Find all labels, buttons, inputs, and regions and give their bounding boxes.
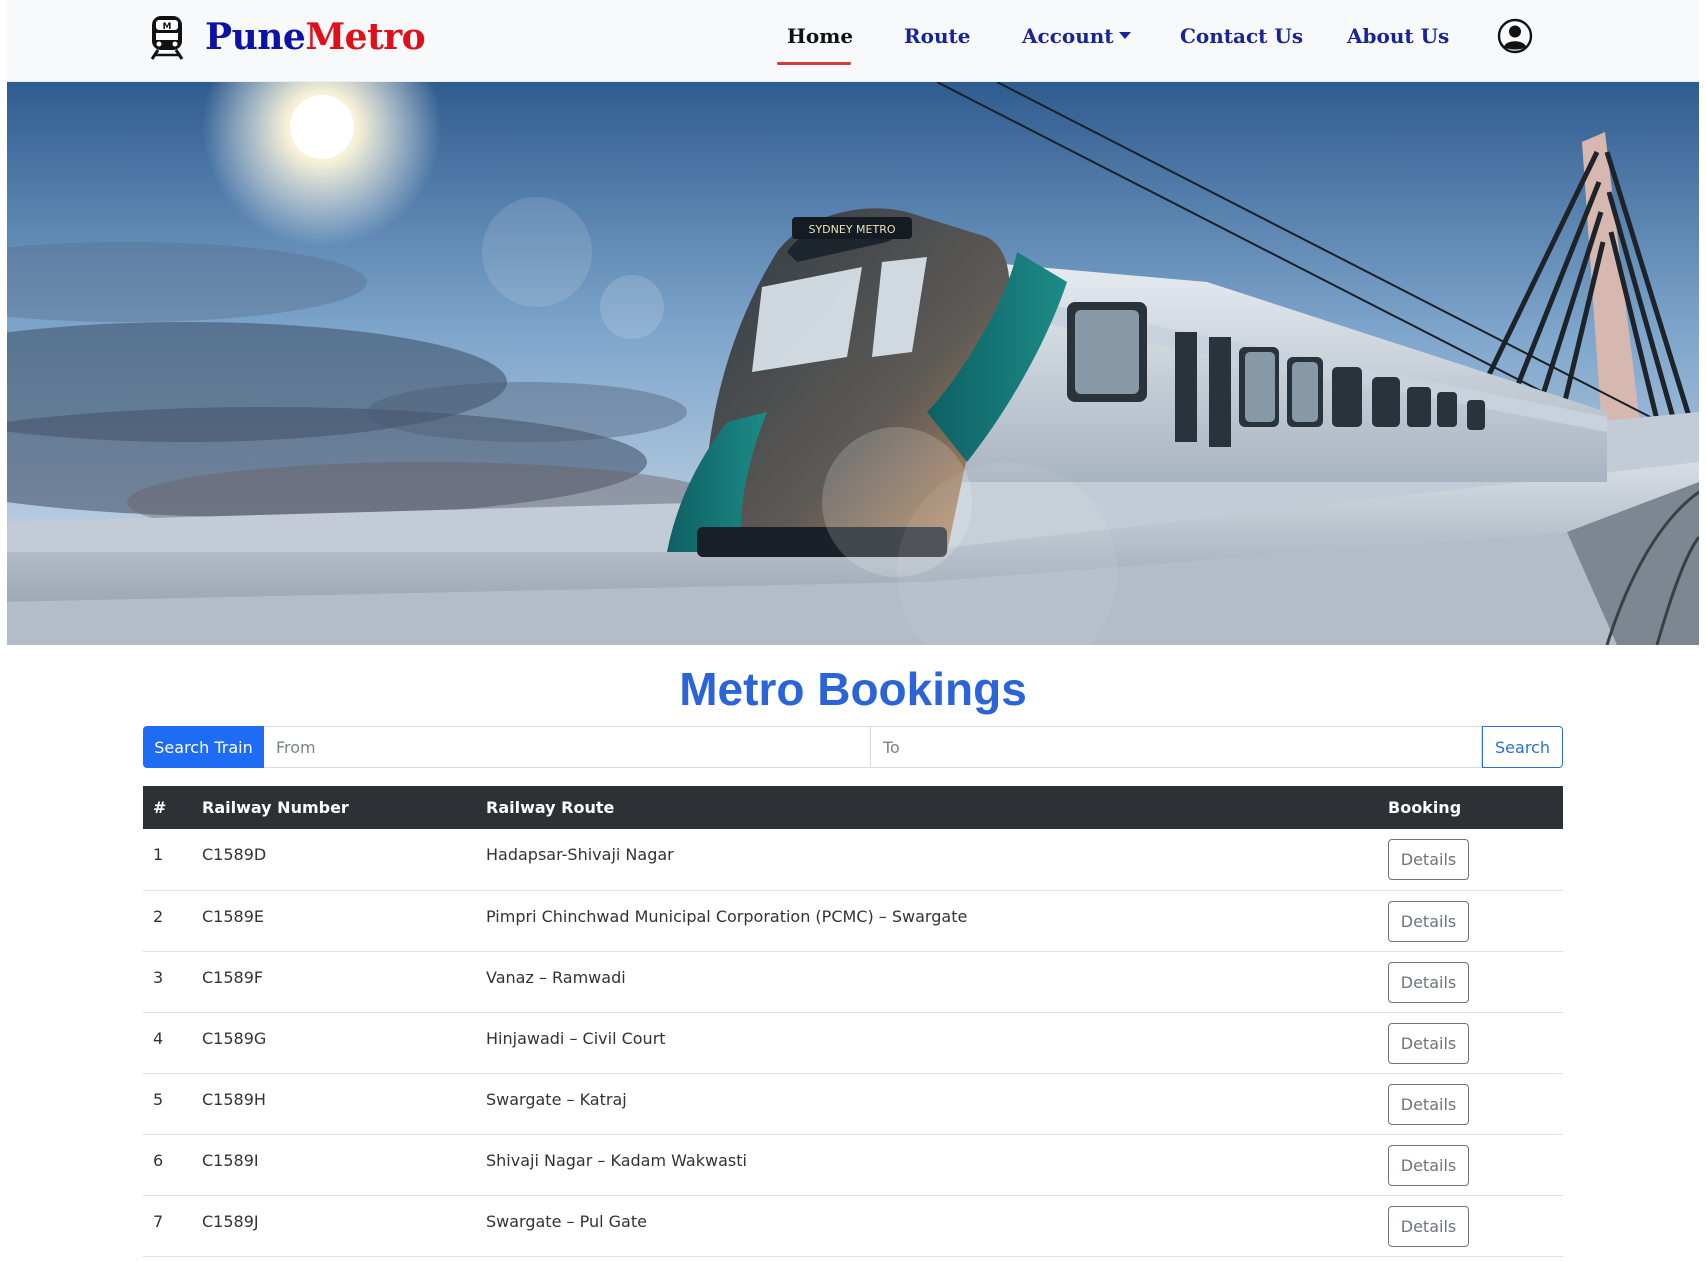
column-header-railway-route: Railway Route xyxy=(476,786,1378,829)
from-station-input[interactable] xyxy=(264,726,871,768)
railway-table: # Railway Number Railway Route Booking 1… xyxy=(143,786,1563,1257)
page-title: Metro Bookings xyxy=(679,663,1027,715)
details-button[interactable]: Details xyxy=(1388,961,1469,1003)
details-button[interactable]: Details xyxy=(1388,900,1469,942)
active-nav-indicator xyxy=(777,62,851,65)
to-station-input[interactable] xyxy=(871,726,1482,768)
railway-number: C1589H xyxy=(192,1073,476,1135)
booking-cell: Details xyxy=(1378,1195,1563,1257)
booking-cell: Details xyxy=(1378,1012,1563,1074)
railway-number: C1589D xyxy=(192,829,476,891)
details-button[interactable]: Details xyxy=(1388,1205,1469,1247)
railway-route: Swargate – Katraj xyxy=(476,1073,1378,1135)
brand-pune-text: Pune xyxy=(205,16,306,58)
details-button[interactable]: Details xyxy=(1388,1022,1469,1064)
railway-route: Shivaji Nagar – Kadam Wakwasti xyxy=(476,1134,1378,1196)
nav-about-link[interactable]: About Us xyxy=(1347,20,1449,52)
svg-text:M: M xyxy=(163,22,172,32)
column-header-booking: Booking xyxy=(1378,786,1563,829)
nav-route-link[interactable]: Route xyxy=(904,20,970,52)
railway-route: Vanaz – Ramwadi xyxy=(476,951,1378,1013)
brand-metro-text: Metro xyxy=(305,16,426,58)
row-index: 6 xyxy=(143,1134,192,1196)
railway-route: Hinjawadi – Civil Court xyxy=(476,1012,1378,1074)
column-header-railway-number: Railway Number xyxy=(192,786,476,829)
railway-number: C1589J xyxy=(192,1195,476,1257)
row-index: 3 xyxy=(143,951,192,1013)
nav-account-dropdown[interactable]: Account xyxy=(1022,20,1131,52)
booking-cell: Details xyxy=(1378,890,1563,952)
booking-cell: Details xyxy=(1378,1134,1563,1196)
table-row: 3 C1589F Vanaz – Ramwadi Details xyxy=(143,951,1563,1013)
train-destination-sign: SYDNEY METRO xyxy=(808,223,895,236)
nav-home-link[interactable]: Home xyxy=(787,20,853,52)
table-row: 4 C1589G Hinjawadi – Civil Court Details xyxy=(143,1012,1563,1074)
table-row: 7 C1589J Swargate – Pul Gate Details xyxy=(143,1195,1563,1257)
booking-cell: Details xyxy=(1378,1073,1563,1135)
railway-number: C1589E xyxy=(192,890,476,952)
search-train-form: Search Train Search xyxy=(143,726,1563,768)
table-row: 1 C1589D Hadapsar-Shivaji Nagar Details xyxy=(143,829,1563,891)
railway-number: C1589F xyxy=(192,951,476,1013)
caret-down-icon xyxy=(1118,32,1131,39)
row-index: 7 xyxy=(143,1195,192,1257)
row-index: 5 xyxy=(143,1073,192,1135)
table-header: # Railway Number Railway Route Booking xyxy=(143,786,1563,829)
row-index: 2 xyxy=(143,890,192,952)
brand-logo-link[interactable]: M PuneMetro xyxy=(147,12,426,62)
navbar: M PuneMetro Home Route Account Contact U… xyxy=(7,0,1699,82)
nav-account-label: Account xyxy=(1022,24,1114,48)
page-frame: M PuneMetro Home Route Account Contact U… xyxy=(7,0,1699,1262)
booking-cell: Details xyxy=(1378,951,1563,1013)
table-row: 2 C1589E Pimpri Chinchwad Municipal Corp… xyxy=(143,890,1563,952)
row-index: 4 xyxy=(143,1012,192,1074)
railway-route: Swargate – Pul Gate xyxy=(476,1195,1378,1257)
hero-metro-train-image: SYDNEY METRO xyxy=(7,82,1699,645)
railway-number: C1589G xyxy=(192,1012,476,1074)
search-button[interactable]: Search xyxy=(1482,726,1563,768)
metro-train-icon: M xyxy=(150,16,184,60)
table-row: 6 C1589I Shivaji Nagar – Kadam Wakwasti … xyxy=(143,1134,1563,1196)
nav-contact-link[interactable]: Contact Us xyxy=(1180,20,1303,52)
railway-number: C1589I xyxy=(192,1134,476,1196)
railway-route: Pimpri Chinchwad Municipal Corporation (… xyxy=(476,890,1378,952)
user-circle-icon[interactable] xyxy=(1497,18,1533,54)
column-header-index: # xyxy=(143,786,192,829)
details-button[interactable]: Details xyxy=(1388,1144,1469,1186)
brand-name: PuneMetro xyxy=(205,16,426,58)
booking-cell: Details xyxy=(1378,829,1563,891)
search-train-label: Search Train xyxy=(143,726,264,768)
railway-route: Hadapsar-Shivaji Nagar xyxy=(476,829,1378,891)
row-index: 1 xyxy=(143,829,192,891)
details-button[interactable]: Details xyxy=(1388,839,1469,880)
details-button[interactable]: Details xyxy=(1388,1083,1469,1125)
table-row: 5 C1589H Swargate – Katraj Details xyxy=(143,1073,1563,1135)
